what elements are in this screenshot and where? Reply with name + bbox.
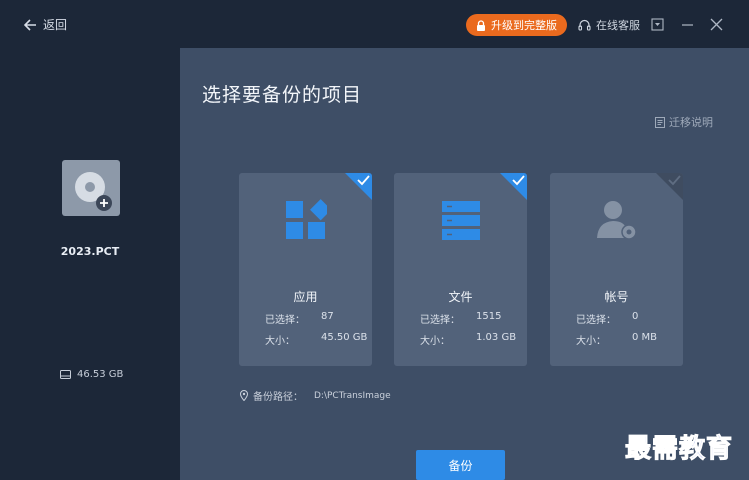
minimize-icon	[681, 23, 693, 26]
sidebar: 2023.PCT 46.53 GB	[0, 48, 180, 480]
backup-path[interactable]: 备份路径： D:\PCTransImage	[240, 388, 391, 403]
title-bar: 返回 升级到完整版 在线客服	[0, 0, 749, 48]
online-support-button[interactable]: 在线客服	[578, 17, 640, 33]
lock-icon	[477, 19, 485, 31]
location-pin-icon	[240, 390, 248, 401]
apps-icon	[286, 199, 327, 239]
main-panel: 选择要备份的项目 迁移说明 应用 已选择： 87 大小： 45.50 GB 文件…	[180, 48, 749, 480]
page-title: 选择要备份的项目	[202, 84, 363, 106]
close-button[interactable]	[708, 16, 724, 32]
selected-size: 大小： 0 MB	[576, 332, 658, 347]
upgrade-button[interactable]: 升级到完整版	[466, 14, 567, 36]
path-label: 备份路径：	[253, 392, 303, 403]
minimize-button[interactable]	[679, 16, 695, 32]
selected-count: 已选择： 1515	[420, 311, 502, 326]
selected-count: 已选择： 0	[576, 311, 639, 326]
files-icon	[442, 201, 480, 240]
upgrade-label: 升级到完整版	[491, 19, 557, 32]
card-accounts[interactable]: 帐号 已选择： 0 大小： 0 MB	[550, 173, 683, 366]
selected-count: 已选择： 87	[265, 311, 334, 326]
menu-box-icon	[650, 17, 664, 31]
card-apps[interactable]: 应用 已选择： 87 大小： 45.50 GB	[239, 173, 372, 366]
capacity-info: 46.53 GB	[60, 369, 123, 380]
headset-icon	[578, 19, 591, 31]
checkmark-icon	[500, 173, 527, 200]
back-label: 返回	[43, 18, 68, 32]
dropdown-menu-button[interactable]	[649, 16, 665, 32]
back-button[interactable]: 返回	[24, 16, 67, 33]
card-title: 文件	[448, 290, 473, 304]
card-files[interactable]: 文件 已选择： 1515 大小： 1.03 GB	[394, 173, 527, 366]
checkmark-icon	[656, 173, 683, 200]
drive-name: 2023.PCT	[60, 245, 120, 258]
backup-label: 备份	[448, 458, 473, 473]
arrow-left-icon	[24, 18, 36, 31]
card-title: 应用	[293, 290, 318, 304]
capacity-label: 46.53 GB	[77, 369, 124, 380]
path-value: D:\PCTransImage	[314, 390, 391, 401]
account-settings-icon	[597, 201, 637, 240]
document-icon	[655, 116, 665, 128]
watermark-logo: 最需教育	[624, 434, 734, 465]
hard-drive-icon	[60, 370, 71, 379]
checkmark-icon	[345, 173, 372, 200]
backup-button[interactable]: 备份	[416, 450, 505, 480]
selected-size: 大小： 1.03 GB	[420, 332, 517, 347]
app-window: 返回 升级到完整版 在线客服 2023.PCT 46.53 GB 选择要备份的项…	[0, 0, 749, 480]
selected-size: 大小： 45.50 GB	[265, 332, 368, 347]
card-title: 帐号	[604, 290, 629, 304]
migration-guide-link[interactable]: 迁移说明	[655, 114, 713, 130]
close-icon	[710, 18, 722, 30]
help-label: 迁移说明	[669, 116, 713, 129]
support-label: 在线客服	[596, 19, 640, 32]
disk-image-icon	[62, 160, 120, 216]
